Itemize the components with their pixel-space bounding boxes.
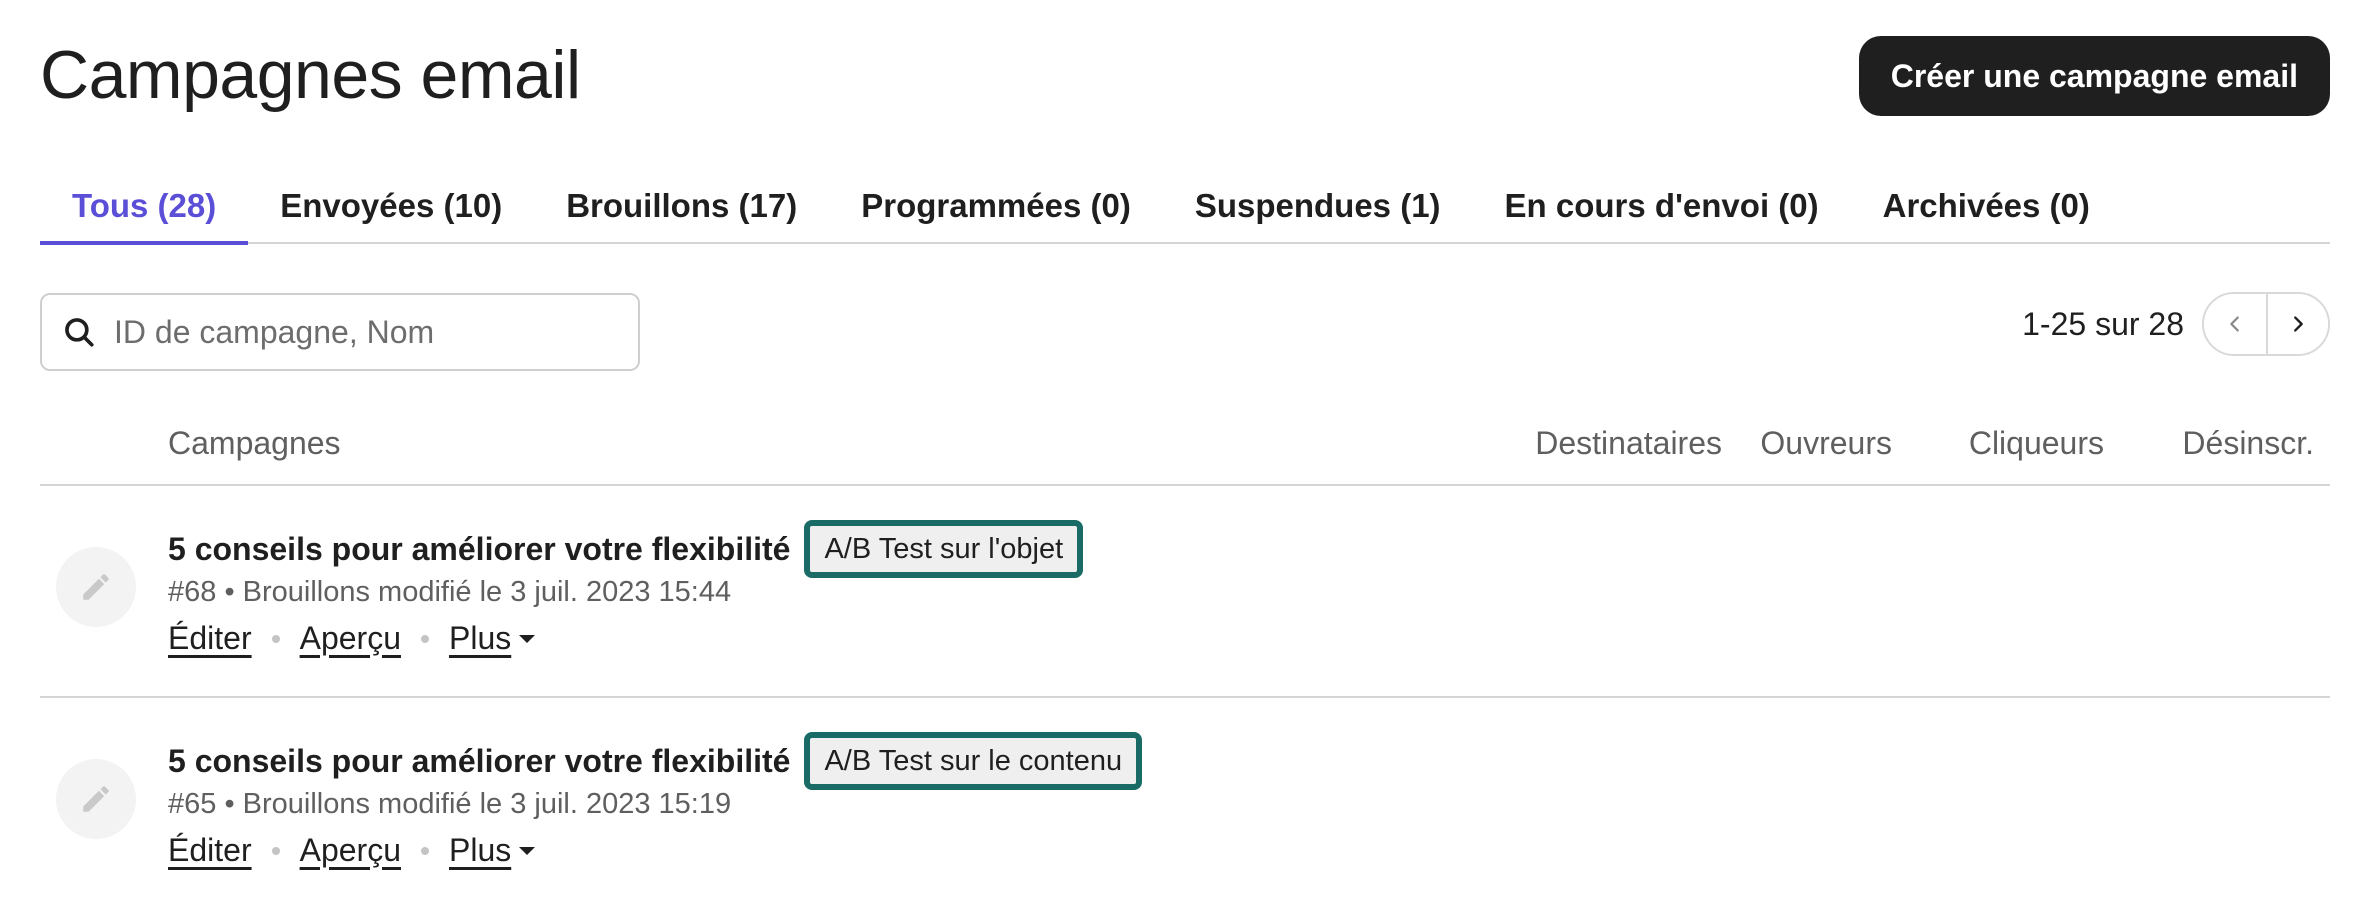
separator-dot [420, 846, 429, 855]
tab-scheduled[interactable]: Programmées (0) [829, 170, 1163, 242]
campaign-title-line: 5 conseils pour améliorer votre flexibil… [168, 520, 1084, 578]
campaign-actions: Éditer Aperçu Plus [168, 620, 536, 657]
separator-dot [271, 634, 280, 643]
campaign-title-line: 5 conseils pour améliorer votre flexibil… [168, 732, 1143, 790]
create-campaign-button[interactable]: Créer une campagne email [1858, 36, 2330, 116]
ab-test-badge: A/B Test sur l'objet [804, 520, 1084, 578]
pagination: 1-25 sur 28 [2022, 292, 2330, 356]
pencil-icon [83, 574, 109, 600]
previous-page-button[interactable] [2204, 294, 2266, 354]
chevron-left-icon [2230, 316, 2239, 332]
search-box [40, 293, 640, 371]
column-clickers[interactable]: Cliqueurs [1969, 425, 2104, 462]
campaign-actions: Éditer Aperçu Plus [168, 832, 536, 869]
campaign-meta: #68 • Brouillons modifié le 3 juil. 2023… [168, 576, 732, 608]
separator-dot [271, 846, 280, 855]
chevron-right-icon [2294, 316, 2303, 332]
pager [2202, 292, 2330, 356]
campaign-title[interactable]: 5 conseils pour améliorer votre flexibil… [168, 531, 790, 568]
column-recipients[interactable]: Destinataires [1535, 425, 1722, 462]
tab-sent[interactable]: Envoyées (10) [248, 170, 534, 242]
search-input[interactable] [114, 313, 614, 351]
more-link[interactable]: Plus [449, 620, 511, 657]
preview-link[interactable]: Aperçu [300, 832, 401, 869]
column-campaigns[interactable]: Campagnes [168, 425, 341, 462]
edit-link[interactable]: Éditer [168, 620, 252, 657]
tab-all[interactable]: Tous (28) [40, 170, 249, 245]
search-icon [62, 315, 96, 349]
column-openers[interactable]: Ouvreurs [1760, 425, 1892, 462]
campaign-title[interactable]: 5 conseils pour améliorer votre flexibil… [168, 743, 790, 780]
campaign-meta: #65 • Brouillons modifié le 3 juil. 2023… [168, 788, 732, 820]
tab-suspended[interactable]: Suspendues (1) [1163, 170, 1473, 242]
table-row: 5 conseils pour améliorer votre flexibil… [40, 700, 2330, 902]
draft-avatar [56, 759, 136, 839]
draft-avatar [56, 547, 136, 627]
next-page-button[interactable] [2266, 294, 2328, 354]
caret-down-icon[interactable] [519, 846, 536, 855]
pencil-icon [83, 786, 109, 812]
column-unsubscribes[interactable]: Désinscr. [2182, 425, 2314, 462]
table-header: Campagnes Destinataires Ouvreurs Cliqueu… [40, 420, 2330, 486]
more-link[interactable]: Plus [449, 832, 511, 869]
preview-link[interactable]: Aperçu [300, 620, 401, 657]
tab-drafts[interactable]: Brouillons (17) [534, 170, 829, 242]
status-tabs: Tous (28) Envoyées (10) Brouillons (17) … [40, 170, 2330, 245]
separator-dot [420, 634, 429, 643]
ab-test-badge: A/B Test sur le contenu [804, 732, 1143, 790]
campaigns-page: Campagnes email Créer une campagne email… [0, 0, 2370, 902]
pagination-info: 1-25 sur 28 [2022, 305, 2184, 342]
tab-archived[interactable]: Archivées (0) [1851, 170, 2122, 242]
caret-down-icon[interactable] [519, 634, 536, 643]
table-row: 5 conseils pour améliorer votre flexibil… [40, 488, 2330, 698]
tab-sending[interactable]: En cours d'envoi (0) [1473, 170, 1851, 242]
page-title: Campagnes email [40, 37, 581, 113]
edit-link[interactable]: Éditer [168, 832, 252, 869]
